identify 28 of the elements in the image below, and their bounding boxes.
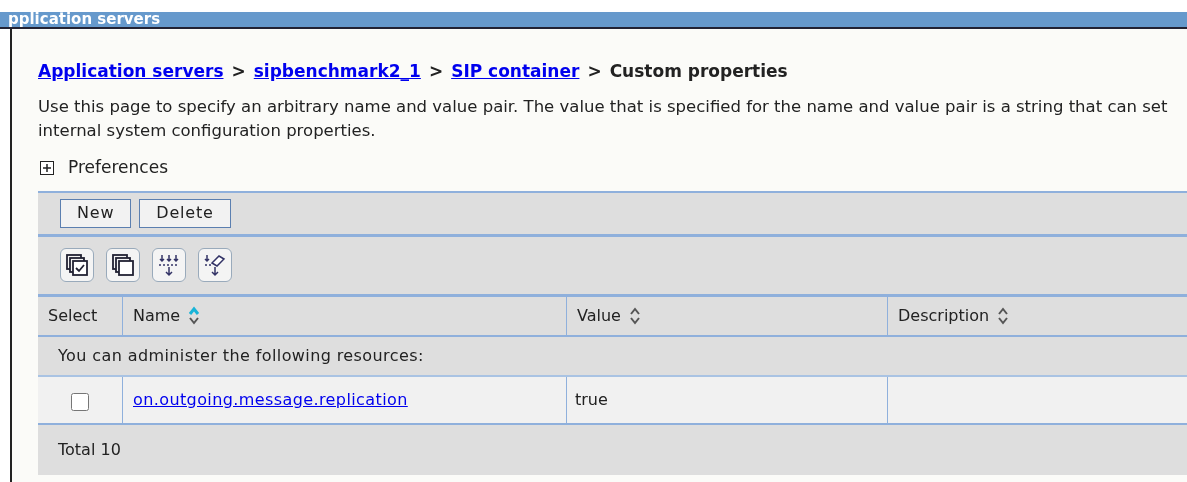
toolbar-button[interactable]: New bbox=[60, 198, 132, 228]
arrows-down-icon[interactable] bbox=[152, 248, 186, 282]
stacked-squares-icon[interactable] bbox=[106, 248, 140, 282]
column-header: Select bbox=[48, 304, 98, 327]
description-text: Use this page to specify an arbitrary name and value pair. The value that is specified for the name and value pair is a string that can set internal system configuration properties. bbox=[38, 95, 1169, 142]
sort-icon[interactable] bbox=[188, 305, 201, 326]
column-header[interactable]: Name bbox=[133, 303, 181, 328]
table-message: You can administer the following resources: bbox=[58, 344, 424, 367]
expand-icon[interactable] bbox=[40, 160, 54, 175]
column-header[interactable]: Description bbox=[898, 303, 990, 328]
window-title: pplication servers bbox=[7, 12, 161, 27]
column-header[interactable]: Value bbox=[577, 303, 621, 328]
row-checkbox[interactable] bbox=[71, 392, 89, 411]
property-name-link[interactable]: on.outgoing.message.replication bbox=[133, 387, 408, 412]
table-cell-text: true bbox=[575, 388, 608, 411]
breadcrumb-current: Custom properties bbox=[609, 60, 788, 83]
total-count: Total 10 bbox=[58, 438, 121, 461]
breadcrumb-separator: > bbox=[587, 60, 602, 83]
breadcrumb-link[interactable]: sipbenchmark2_1 bbox=[253, 59, 421, 85]
breadcrumb-separator: > bbox=[231, 60, 246, 83]
stacked-checkbox-icon[interactable] bbox=[60, 248, 94, 282]
toolbar-button[interactable]: Delete bbox=[139, 198, 231, 228]
sort-icon[interactable] bbox=[628, 305, 641, 326]
preferences-toggle[interactable]: Preferences bbox=[68, 154, 168, 181]
breadcrumb-link[interactable]: SIP container bbox=[451, 59, 580, 85]
breadcrumb-link[interactable]: Application servers bbox=[38, 59, 224, 85]
breadcrumb-separator: > bbox=[428, 60, 444, 83]
sort-icon[interactable] bbox=[997, 305, 1010, 326]
